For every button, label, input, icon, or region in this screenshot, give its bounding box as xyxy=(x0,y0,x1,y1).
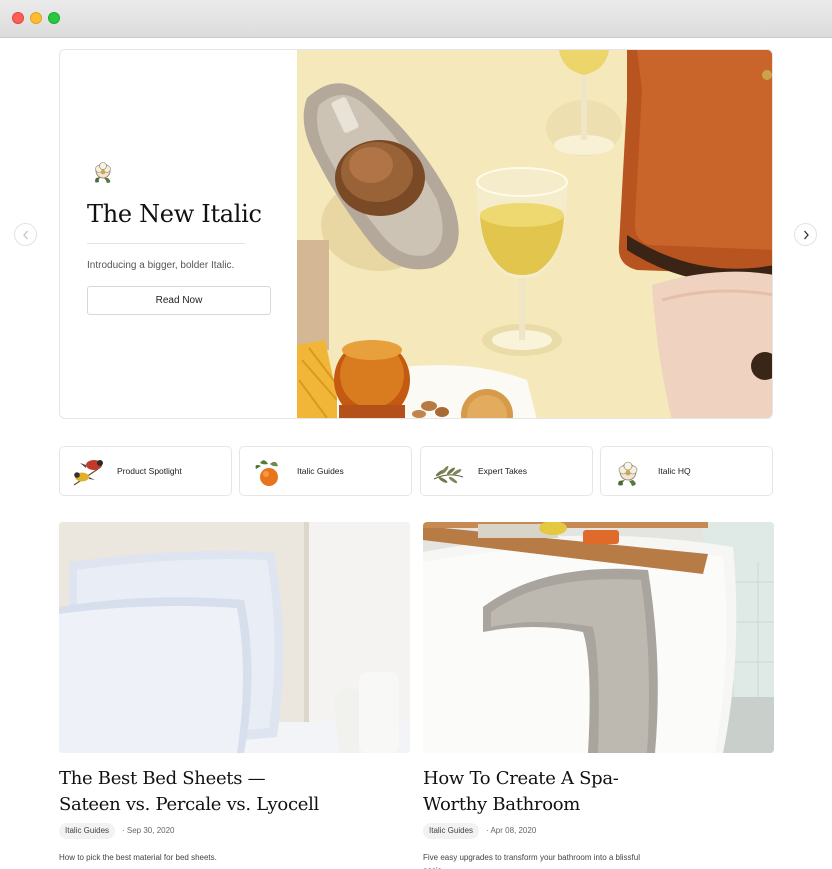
hero-image[interactable] xyxy=(297,50,773,419)
article-description: How to pick the best material for bed sh… xyxy=(59,853,217,862)
maximize-window-button[interactable] xyxy=(48,12,60,24)
minimize-window-button[interactable] xyxy=(30,12,42,24)
article-date: · Sep 30, 2020 xyxy=(122,826,175,835)
article-title-line: How To Create A Spa- xyxy=(423,768,619,789)
article-title-line: Worthy Bathroom xyxy=(423,794,581,815)
olive-branch-icon xyxy=(433,466,464,484)
chevron-right-icon xyxy=(803,230,809,239)
article-date: · Apr 08, 2020 xyxy=(486,826,537,835)
birds-icon xyxy=(73,460,103,486)
article-image-bathroom[interactable] xyxy=(423,522,774,753)
category-italic-guides[interactable]: Italic Guides xyxy=(239,446,412,496)
hero-card: The New Italic Introducing a bigger, bol… xyxy=(59,49,773,419)
category-label: Expert Takes xyxy=(478,466,527,476)
hero-title: The New Italic xyxy=(87,200,262,228)
jam-jar-graphic xyxy=(334,340,410,418)
category-product-spotlight[interactable]: Product Spotlight xyxy=(59,446,232,496)
category-expert-takes[interactable]: Expert Takes xyxy=(420,446,593,496)
category-label: Italic Guides xyxy=(297,466,344,476)
article-description: Five easy upgrades to transform your bat… xyxy=(423,853,640,869)
category-label: Product Spotlight xyxy=(117,466,182,476)
flower-icon xyxy=(618,461,638,486)
handbag-graphic xyxy=(618,50,772,283)
chevron-left-icon xyxy=(22,230,28,239)
article-title-bed-sheets[interactable]: The Best Bed Sheets — Sateen vs. Percale… xyxy=(59,766,359,818)
category-italic-hq[interactable]: Italic HQ xyxy=(600,446,773,496)
carousel-prev-button[interactable] xyxy=(14,223,37,246)
close-window-button[interactable] xyxy=(12,12,24,24)
article-image-bed-sheets[interactable] xyxy=(59,522,410,753)
window-titlebar xyxy=(0,0,832,38)
hero-subtitle: Introducing a bigger, bolder Italic. xyxy=(87,260,235,271)
category-label: Italic HQ xyxy=(658,466,691,476)
article-tag[interactable]: Italic Guides xyxy=(59,823,116,839)
hero-text-panel: The New Italic Introducing a bigger, bol… xyxy=(60,50,297,418)
read-now-button[interactable]: Read Now xyxy=(87,286,271,315)
article-title-bathroom[interactable]: How To Create A Spa- Worthy Bathroom xyxy=(423,766,723,818)
hero-divider xyxy=(87,243,245,244)
orange-icon xyxy=(255,460,278,486)
article-title-line: The Best Bed Sheets — xyxy=(59,768,266,789)
article-title-line: Sateen vs. Percale vs. Lyocell xyxy=(59,794,320,815)
article-tag[interactable]: Italic Guides xyxy=(423,823,480,839)
flower-icon xyxy=(95,162,111,183)
carousel-next-button[interactable] xyxy=(794,223,817,246)
